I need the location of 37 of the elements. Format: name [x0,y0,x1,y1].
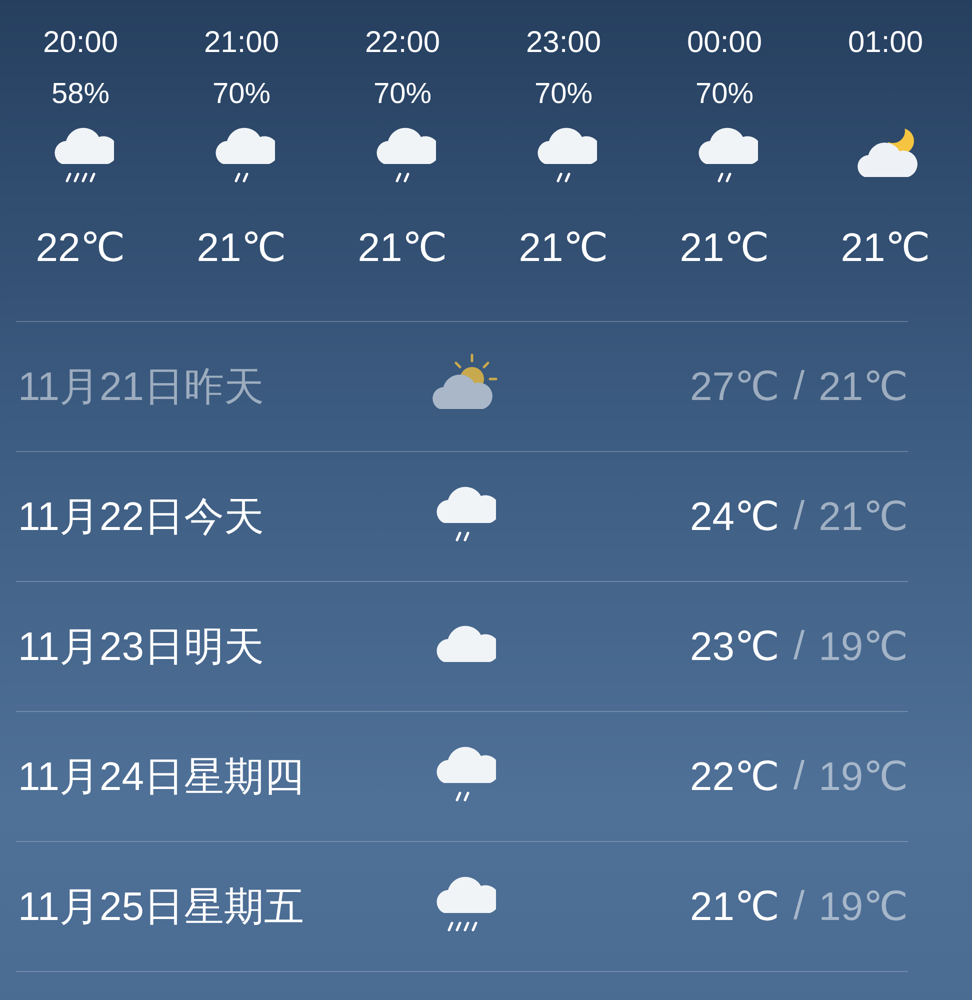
high-temperature: 27℃ [690,364,780,410]
hour-temperature: 21℃ [840,225,930,272]
day-date: 11月23日明天 [17,624,266,671]
rain-chance: 58% [51,77,110,112]
day-date: 11月21日昨天 [17,364,266,411]
rain-chance: 70% [373,77,432,112]
separator: / [793,494,805,540]
hour-temperature: 21℃ [518,225,608,272]
high-temperature: 22℃ [690,754,780,800]
day-date: 11月24日星期四 [17,754,306,801]
rain-chance: 70% [212,77,271,112]
hour-time: 23:00 [526,25,602,61]
low-temperature: 21℃ [818,494,908,540]
low-temperature: 19℃ [818,754,908,800]
hour-temperature: 22℃ [36,225,126,272]
hour-time: 20:00 [42,25,118,61]
separator: / [793,364,805,410]
hour-time: 22:00 [364,25,440,61]
day-date: 11月22日今天 [17,494,266,541]
low-temperature: 19℃ [818,884,908,930]
separator: / [793,624,805,670]
hour-temperature: 21℃ [358,225,448,272]
low-temperature: 19℃ [818,624,908,670]
separator: / [793,754,805,800]
rain-chance: 70% [534,77,593,112]
hour-time: 00:00 [686,25,762,61]
rain-chance: 70% [695,77,754,112]
hour-temperature: 21℃ [680,225,770,272]
high-temperature: 21℃ [690,884,780,930]
high-temperature: 23℃ [690,624,780,670]
hour-temperature: 21℃ [196,225,286,272]
day-date: 11月25日星期五 [17,884,306,931]
hour-time: 01:00 [848,25,924,61]
low-temperature: 21℃ [818,364,908,410]
hour-time: 21:00 [204,25,280,61]
high-temperature: 24℃ [690,494,780,540]
separator: / [793,884,805,930]
